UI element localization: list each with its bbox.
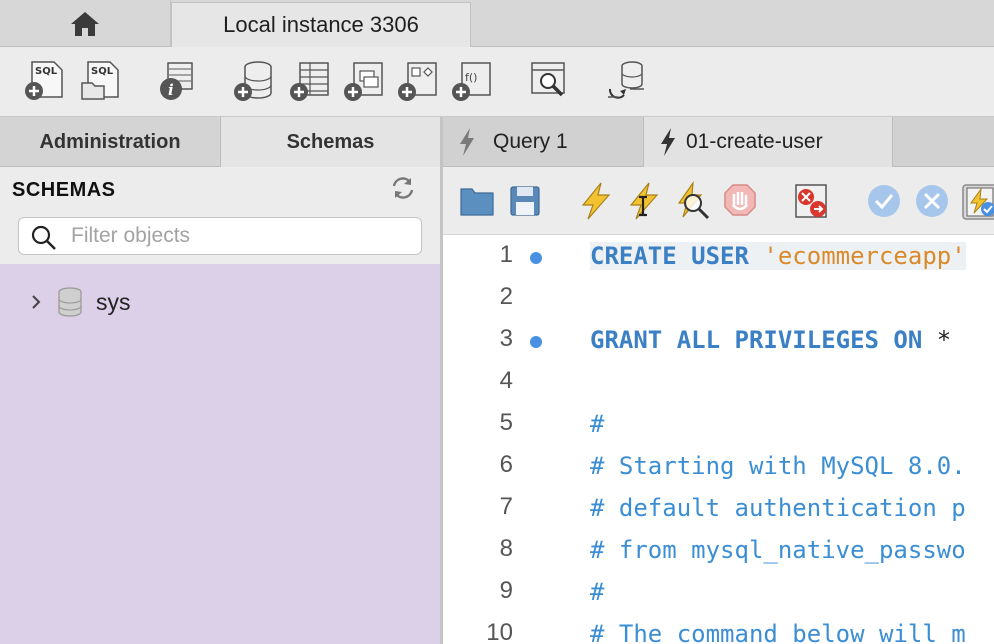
editor-toolbar (443, 167, 994, 235)
svg-text:f(): f() (465, 71, 477, 84)
main-toolbar: SQL SQL i f() (0, 47, 994, 117)
filter-objects-input[interactable] (71, 222, 411, 250)
code-line[interactable]: 7 # default authentication p (443, 487, 994, 529)
create-function-icon[interactable]: f() (450, 59, 494, 103)
line-number: 1 (499, 241, 513, 268)
tab-query-1[interactable]: Query 1 (443, 117, 644, 167)
refresh-icon[interactable] (390, 175, 416, 201)
code-line[interactable]: 1 CREATE USER 'ecommerceapp' (443, 235, 994, 277)
line-number: 3 (499, 325, 513, 352)
server-info-icon[interactable]: i (154, 59, 198, 103)
line-number: 7 (499, 493, 513, 520)
svg-text:SQL: SQL (35, 66, 58, 77)
line-number: 9 (499, 577, 513, 604)
schema-label: sys (96, 288, 131, 315)
create-view-icon[interactable] (342, 59, 386, 103)
sql-editor[interactable]: 1 CREATE USER 'ecommerceapp' 2 3 GRANT ALL P… (443, 235, 994, 644)
tab-administration[interactable]: Administration (0, 117, 221, 167)
open-sql-script-icon[interactable]: SQL (78, 59, 122, 103)
code-line[interactable]: 4 (443, 361, 994, 403)
toggle-error-icon[interactable] (793, 181, 831, 221)
tab-schemas-label: Schemas (286, 130, 375, 153)
connection-tab-label: Local instance 3306 (223, 12, 419, 37)
tab-01-create-user[interactable]: 01-create-user (644, 117, 893, 167)
code-token: # Starting with MySQL 8.0. (590, 452, 966, 480)
code-line[interactable]: 10 # The command below will m (443, 613, 994, 644)
search-icon (31, 225, 56, 250)
commit-icon[interactable] (865, 181, 903, 221)
save-icon[interactable] (507, 181, 545, 221)
connection-tab[interactable]: Local instance 3306 (171, 2, 471, 47)
code-text: # Starting with MySQL 8.0. (590, 452, 966, 480)
code-text: GRANT ALL PRIVILEGES ON * (590, 326, 951, 354)
filter-objects-field[interactable] (18, 217, 422, 255)
svg-text:SQL: SQL (91, 66, 114, 77)
code-token: 'ecommerceapp' (763, 242, 966, 270)
line-number: 5 (499, 409, 513, 436)
lightning-icon (460, 128, 474, 156)
code-text: # (590, 578, 604, 606)
code-token: # The command below will m (590, 620, 966, 644)
tab-query-1-label: Query 1 (493, 130, 568, 153)
svg-text:i: i (168, 81, 174, 99)
home-button[interactable] (0, 0, 171, 47)
code-text: # (590, 410, 604, 438)
line-number: 4 (499, 367, 513, 394)
stop-icon[interactable] (721, 181, 759, 221)
code-token: # from mysql_native_passwo (590, 536, 966, 564)
database-icon (58, 287, 82, 317)
line-number: 10 (486, 619, 513, 644)
code-line[interactable]: 8 # from mysql_native_passwo (443, 529, 994, 571)
line-number: 6 (499, 451, 513, 478)
editor-tabs: Query 1 01-create-user (443, 117, 994, 167)
code-token: # default authentication p (590, 494, 966, 522)
new-sql-tab-icon[interactable]: SQL (22, 59, 66, 103)
code-line[interactable]: 2 (443, 277, 994, 319)
search-table-data-icon[interactable] (528, 59, 572, 103)
code-line[interactable]: 9 # (443, 571, 994, 613)
rollback-icon[interactable] (913, 181, 951, 221)
line-number: 8 (499, 535, 513, 562)
create-schema-icon[interactable] (232, 59, 276, 103)
explain-icon[interactable] (673, 181, 711, 221)
open-file-icon[interactable] (459, 181, 497, 221)
schemas-header: SCHEMAS (0, 167, 440, 264)
code-text: # The command below will m (590, 620, 966, 644)
tab-administration-label: Administration (39, 130, 181, 153)
execute-current-icon[interactable] (625, 181, 663, 221)
schema-item-sys[interactable]: sys (26, 284, 131, 320)
code-line[interactable]: 3 GRANT ALL PRIVILEGES ON * (443, 319, 994, 361)
code-token: # (590, 410, 605, 438)
autocommit-icon[interactable] (961, 181, 994, 221)
reconnect-icon[interactable] (604, 59, 648, 103)
sidebar-tabs: Administration Schemas (0, 117, 440, 167)
code-line[interactable]: 6 # Starting with MySQL 8.0. (443, 445, 994, 487)
chevron-right-icon[interactable] (26, 292, 46, 312)
home-icon (71, 11, 99, 36)
code-token: GRANT ALL PRIVILEGES ON (590, 326, 937, 354)
tab-schemas[interactable]: Schemas (221, 117, 440, 167)
statement-marker-icon[interactable] (530, 336, 542, 348)
code-text: # default authentication p (590, 494, 966, 522)
code-token: CREATE USER (590, 242, 764, 270)
code-token: # (590, 578, 605, 606)
code-text: CREATE USER 'ecommerceapp' (590, 242, 966, 270)
statement-marker-icon[interactable] (530, 252, 542, 264)
connection-tabbar: Local instance 3306 (0, 0, 994, 47)
code-text: # from mysql_native_passwo (590, 536, 966, 564)
schema-tree: sys (0, 264, 440, 644)
schemas-title: SCHEMAS (12, 179, 116, 201)
lightning-icon (661, 128, 675, 156)
execute-icon[interactable] (577, 181, 615, 221)
line-number: 2 (499, 283, 513, 310)
tab-01-create-user-label: 01-create-user (686, 130, 823, 153)
code-token: * (936, 326, 952, 354)
create-table-icon[interactable] (288, 59, 332, 103)
code-line[interactable]: 5 # (443, 403, 994, 445)
create-procedure-icon[interactable] (396, 59, 440, 103)
